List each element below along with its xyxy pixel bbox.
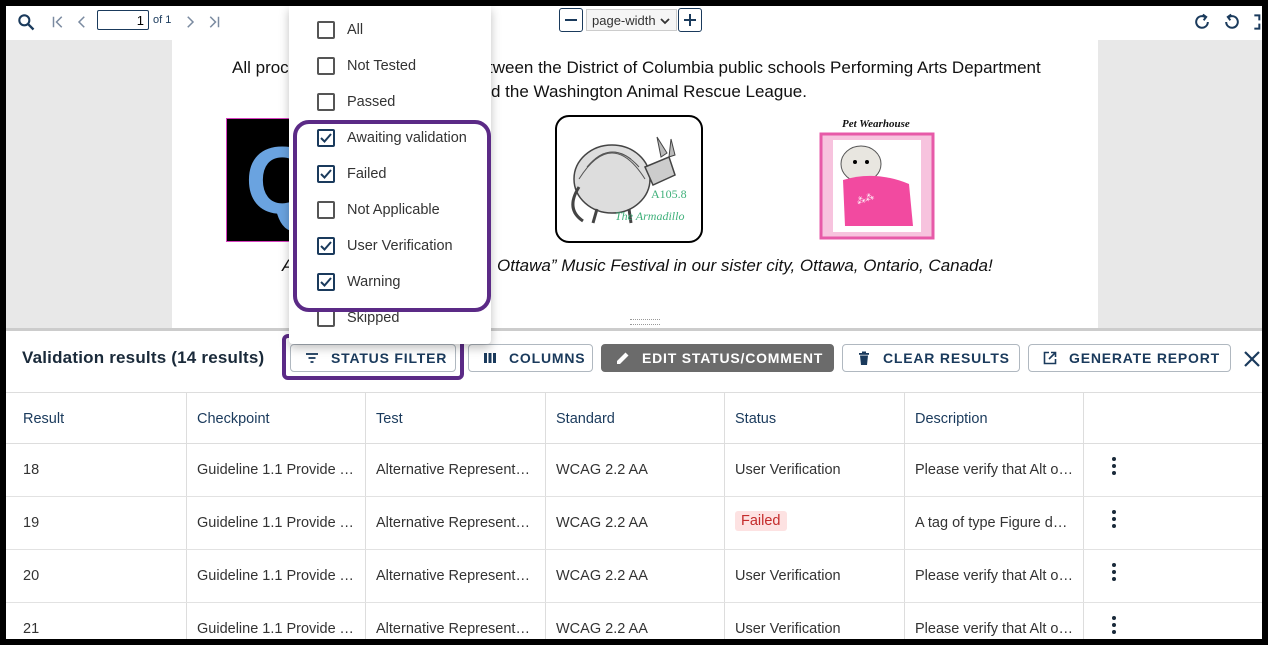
zoom-in-button[interactable] <box>678 8 702 32</box>
column-header-standard[interactable]: Standard <box>556 411 615 427</box>
document-viewer: All proc tween the District of Columbia … <box>6 40 1262 328</box>
column-header-result[interactable]: Result <box>23 411 64 427</box>
checkbox[interactable] <box>317 21 335 39</box>
cell-standard: WCAG 2.2 AA <box>556 462 648 478</box>
chevron-down-icon <box>660 18 670 25</box>
checkbox[interactable] <box>317 57 335 75</box>
more-options-icon[interactable] <box>1111 562 1117 582</box>
cell-description: Please verify that Alt or ActualText is … <box>915 568 1075 584</box>
last-page-icon[interactable] <box>202 10 226 34</box>
zoom-out-button[interactable] <box>559 8 583 32</box>
next-page-icon[interactable] <box>178 10 202 34</box>
results-title: Validation results (14 results) <box>22 348 265 367</box>
cell-checkpoint: Guideline 1.1 Provide Text Alternatives <box>197 462 355 478</box>
generate-report-button[interactable]: GENERATE REPORT <box>1028 344 1231 372</box>
cell-checkpoint: Guideline 1.1 Provide Text Alternatives <box>197 515 355 531</box>
table-row[interactable]: 21 Guideline 1.1 Provide Text Alternativ… <box>6 603 1262 639</box>
page-count-label: of 1 <box>153 14 172 26</box>
doc-text-line: Ottawa” Music Festival in our sister cit… <box>497 256 993 275</box>
column-header-checkpoint[interactable]: Checkpoint <box>197 411 270 427</box>
search-icon[interactable] <box>14 10 38 34</box>
resize-handle[interactable] <box>630 319 660 325</box>
cell-checkpoint: Guideline 1.1 Provide Text Alternatives <box>197 568 355 584</box>
dog-icon: ⁂⁂ <box>819 132 935 240</box>
logo-q-image: Q <box>226 118 292 242</box>
status-badge: Failed <box>735 511 787 531</box>
pdf-toolbar: of 1 page-width <box>6 6 1262 40</box>
rotate-clockwise-icon[interactable] <box>1190 10 1214 34</box>
cell-status: User Verification <box>735 621 841 637</box>
open-external-icon <box>1041 349 1059 367</box>
fullscreen-icon[interactable] <box>1250 10 1262 34</box>
cell-test: Alternative Representation for Figures <box>376 621 534 637</box>
zoom-select-value: page-width <box>592 12 656 28</box>
cell-test: Alternative Representation for Figures <box>376 462 534 478</box>
checkbox[interactable] <box>317 93 335 111</box>
page-number-input[interactable] <box>97 10 149 30</box>
table-header: Result Checkpoint Test Standard Status D… <box>6 392 1262 444</box>
column-header-test[interactable]: Test <box>376 411 403 427</box>
cell-status: User Verification <box>735 462 841 478</box>
table-row[interactable]: 19 Guideline 1.1 Provide Text Alternativ… <box>6 497 1262 550</box>
clear-results-button[interactable]: CLEAR RESULTS <box>842 344 1020 372</box>
table-row[interactable]: 20 Guideline 1.1 Provide Text Alternativ… <box>6 550 1262 603</box>
column-header-status[interactable]: Status <box>735 411 776 427</box>
zoom-select[interactable]: page-width <box>586 9 677 31</box>
cell-status: User Verification <box>735 568 841 584</box>
edit-status-comment-button[interactable]: EDIT STATUS/COMMENT <box>601 344 834 372</box>
checked-options-highlight <box>293 120 491 312</box>
panel-divider[interactable] <box>6 328 1262 331</box>
trash-icon <box>855 349 873 367</box>
more-options-icon[interactable] <box>1111 509 1117 529</box>
pet-wearhouse-logo-image: Pet Wearhouse ⁂⁂ <box>815 118 940 240</box>
cell-result: 21 <box>23 621 40 637</box>
cell-standard: WCAG 2.2 AA <box>556 515 648 531</box>
table-row[interactable]: 18 Guideline 1.1 Provide Text Alternativ… <box>6 444 1262 497</box>
cell-description: A tag of type Figure doesn't have Alt <box>915 515 1075 531</box>
cell-standard: WCAG 2.2 AA <box>556 568 648 584</box>
app-frame: of 1 page-width All proc twee <box>6 6 1262 639</box>
minus-icon <box>565 19 577 21</box>
cell-test: Alternative Representation for Figures <box>376 568 534 584</box>
first-page-icon[interactable] <box>46 10 70 34</box>
doc-text-line: d the Washington Animal Rescue League. <box>491 82 807 101</box>
more-options-icon[interactable] <box>1111 615 1117 635</box>
previous-page-icon[interactable] <box>70 10 94 34</box>
plus-icon <box>684 14 696 26</box>
cell-test: Alternative Representation for Figures <box>376 515 534 531</box>
cell-standard: WCAG 2.2 AA <box>556 621 648 637</box>
armadillo-logo-image: A105.8 The Armadillo <box>555 115 703 243</box>
rotate-counterclockwise-icon[interactable] <box>1220 10 1244 34</box>
cell-description: Please verify that Alt or ActualText is … <box>915 621 1075 637</box>
column-header-description[interactable]: Description <box>915 411 988 427</box>
cell-description: Please verify that Alt or ActualText is … <box>915 462 1075 478</box>
close-icon[interactable] <box>1242 346 1262 370</box>
columns-icon <box>481 349 499 367</box>
doc-text-line: tween the District of Columbia public sc… <box>488 58 1041 77</box>
cell-checkpoint: Guideline 1.1 Provide Text Alternatives <box>197 621 355 637</box>
cell-result: 19 <box>23 515 40 531</box>
pencil-icon <box>614 349 632 367</box>
cell-result: 18 <box>23 462 40 478</box>
doc-text-line: All proc <box>232 58 289 77</box>
cell-status: Failed <box>735 511 787 531</box>
cell-result: 20 <box>23 568 40 584</box>
more-options-icon[interactable] <box>1111 456 1117 476</box>
columns-button[interactable]: COLUMNS <box>468 344 593 372</box>
